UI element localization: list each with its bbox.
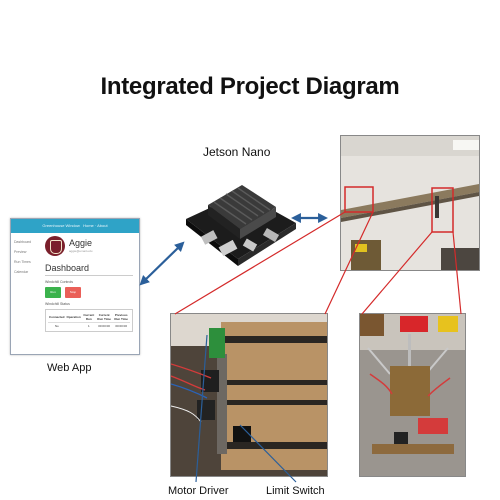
diagram-title: Integrated Project Diagram (100, 73, 400, 100)
table-header: Connected (48, 312, 66, 323)
web-app-label: Web App (47, 362, 92, 374)
sidebar-item-preview: Preview (14, 250, 27, 254)
web-app-status-label: Windchill Status (45, 302, 70, 306)
table-cell: 00:00:00 (115, 324, 128, 328)
table-header: Current Run (81, 312, 96, 323)
web-app-brand: Aggie (69, 238, 93, 248)
table-cell: 1 (87, 324, 90, 328)
table-cell: 00:00:00 (98, 324, 110, 328)
web-app-run-button: Run (45, 287, 61, 298)
jetson-nano-board-icon (186, 185, 296, 266)
table-row: No 1 00:00:00 00:00:00 (48, 323, 130, 330)
table-header: Operation (65, 312, 82, 323)
university-logo-icon (45, 236, 65, 256)
sidebar-item-run-times: Run Times (14, 260, 31, 264)
web-app-brand-sub: aggie@email.edu (69, 249, 93, 253)
sidebar-item-calendar: Calendar (14, 270, 29, 274)
web-app-header-title: Greenhouse Window (42, 223, 80, 228)
web-app-header: Greenhouse Window Home · About (11, 219, 139, 233)
table-header: Current Run Time (95, 312, 113, 323)
wall-rail-photo (340, 135, 480, 271)
web-app-header-links: Home · About (83, 223, 108, 228)
limit-switch-label: Limit Switch (266, 485, 325, 497)
web-app-controls-label: Windchill Controls (45, 280, 74, 284)
table-cell (66, 323, 82, 330)
sidebar-item-dashboard: Dashboard (14, 240, 32, 244)
web-app-stop-button: Stop (65, 287, 81, 298)
table-header: Previous Run Time (112, 312, 130, 323)
web-app-dashboard-heading: Dashboard (45, 263, 133, 276)
web-app-status-table: Connected Operation Current Run Current … (45, 309, 133, 332)
arrow-webapp-jetson (139, 241, 185, 286)
motor-driver-photo (170, 313, 328, 477)
web-app-screenshot: Greenhouse Window Home · About Dashboard… (10, 218, 140, 355)
table-cell: No (54, 324, 59, 328)
jetson-nano-label: Jetson Nano (203, 145, 271, 159)
web-app-sidebar: Dashboard Preview Run Times Calendar (14, 240, 40, 280)
web-app-main: Aggie aggie@email.edu Dashboard Windchil… (45, 236, 133, 332)
motor-driver-label: Motor Driver (168, 485, 229, 497)
limit-switch-rig-photo (359, 313, 466, 477)
